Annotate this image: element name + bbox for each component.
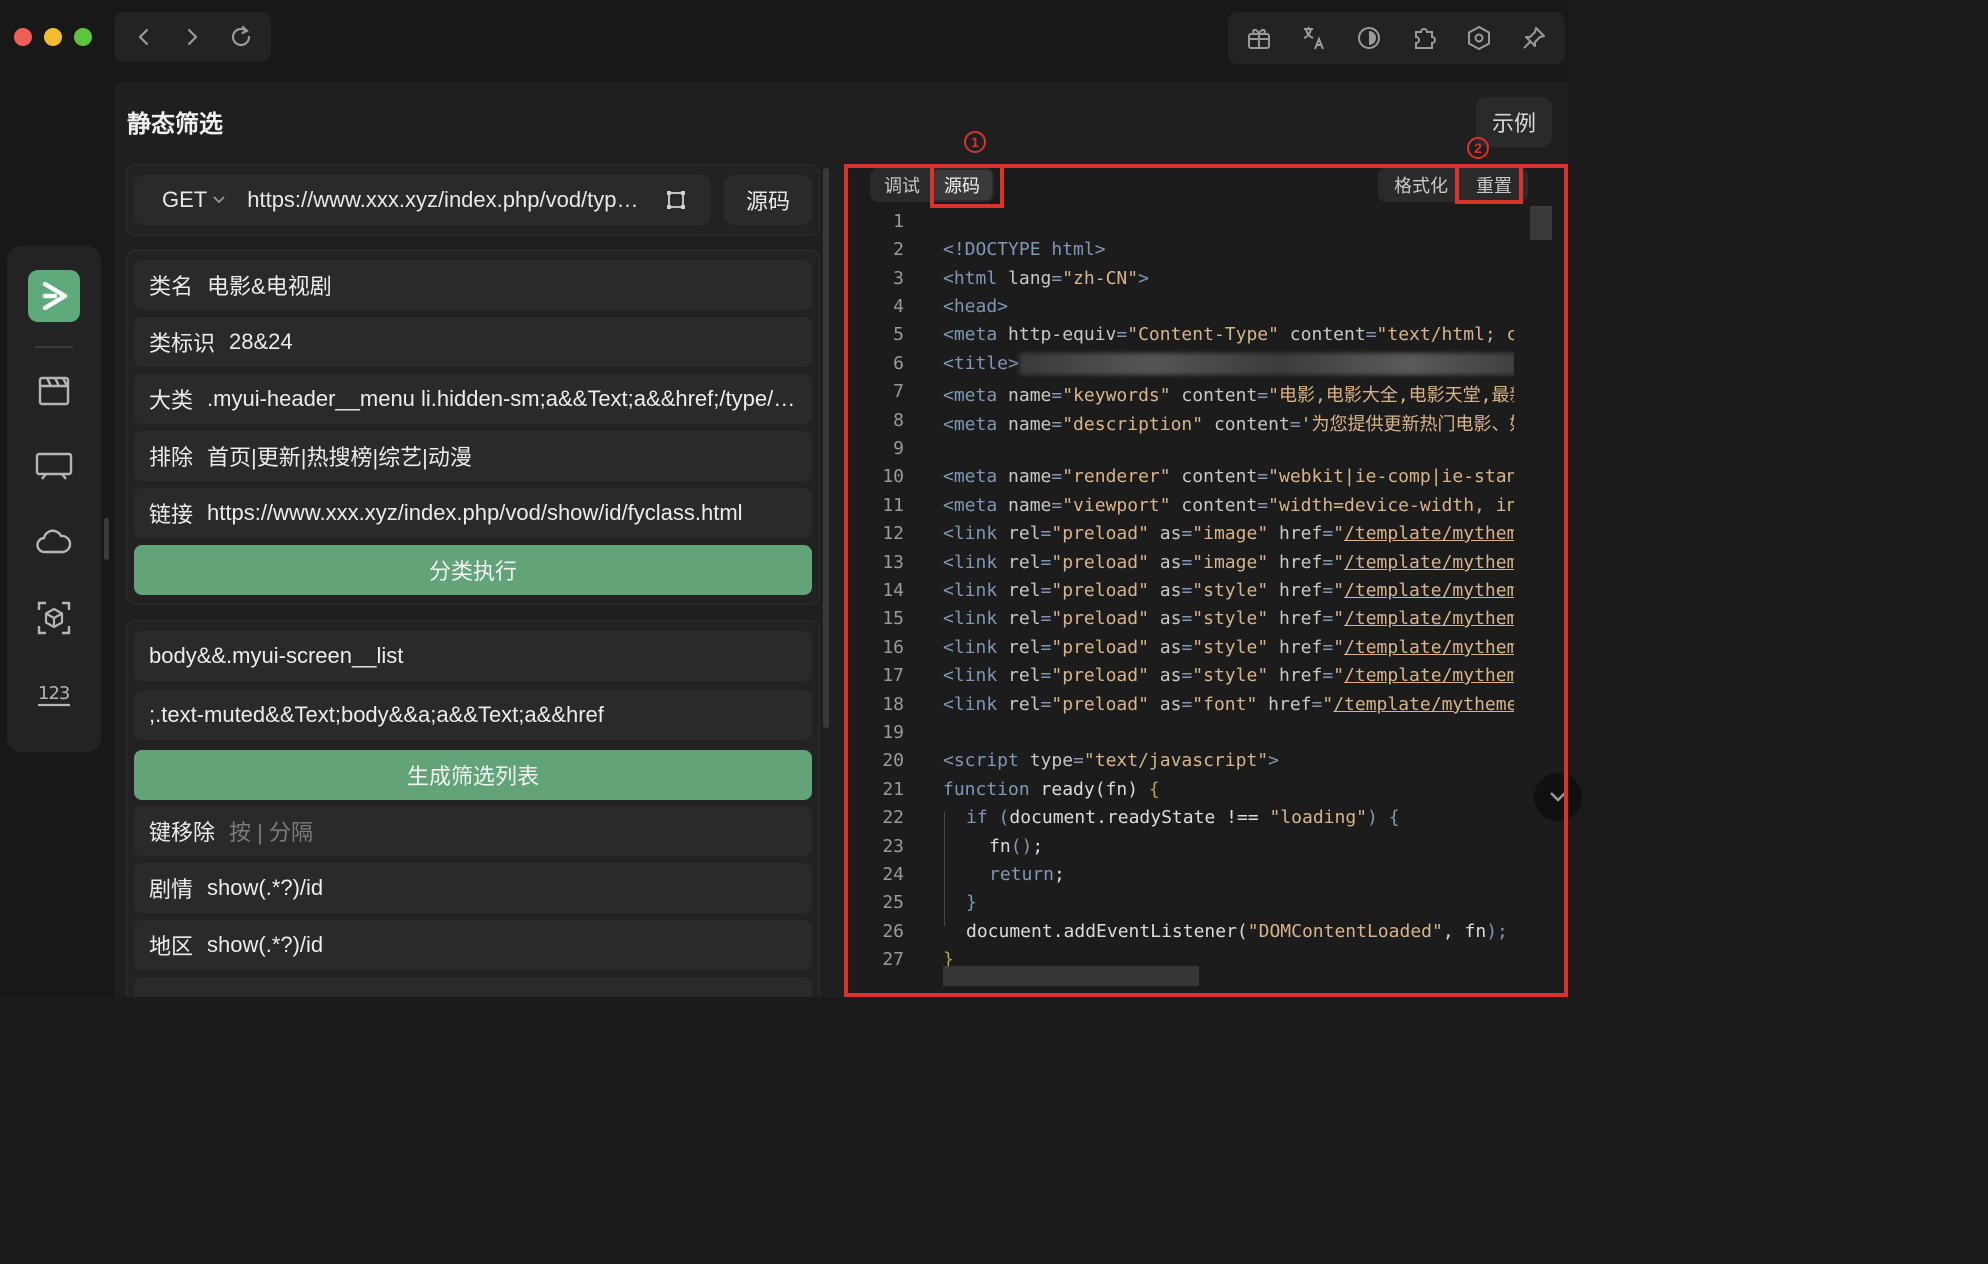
highlight-source-tab xyxy=(930,164,1004,208)
highlight-reset-button xyxy=(1455,164,1523,204)
annotation-marker-1: 1 xyxy=(964,131,986,153)
highlight-code-panel xyxy=(844,164,1568,997)
app-window: 123 静态筛选 示例 GET https://www.xxx.xyz/inde… xyxy=(0,0,1582,997)
annotation-marker-2: 2 xyxy=(1467,137,1489,159)
pin-icon xyxy=(1522,27,1545,49)
pin-button[interactable] xyxy=(1514,18,1554,58)
